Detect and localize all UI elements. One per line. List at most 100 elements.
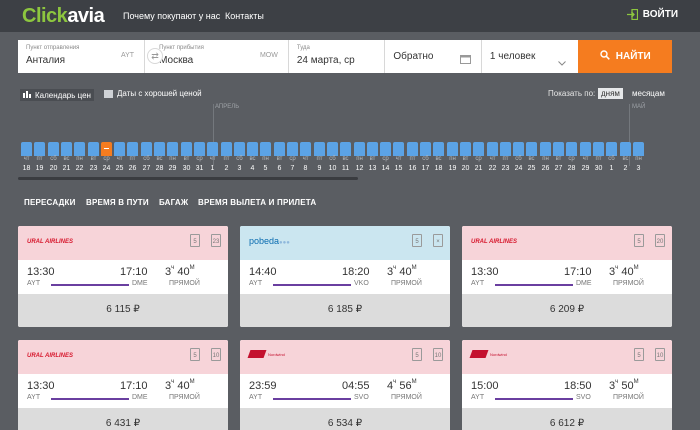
calendar-bar[interactable]	[633, 142, 644, 156]
calendar-bar[interactable]	[314, 142, 325, 156]
calendar-bar[interactable]	[447, 142, 458, 156]
calendar-day-number[interactable]: 2	[221, 165, 232, 172]
show-by-day-button[interactable]: дням	[598, 88, 623, 99]
login-button[interactable]: ВОЙТИ	[626, 9, 678, 20]
flight-card[interactable]: URAL AIRLINES 5 20 13:30 17:10 AYT DME 3ч 40М ПР…	[462, 226, 672, 327]
calendar-bar[interactable]	[540, 142, 551, 156]
calendar-day-number[interactable]: 6	[274, 165, 285, 172]
good-price-dates-toggle[interactable]: Даты с хорошей ценой	[104, 89, 202, 98]
calendar-day-number[interactable]: 21	[473, 165, 484, 172]
flight-card[interactable]: Nordwind 5 10 23:59 04:55 AYT SVO 4ч 56М ПРЯМОЙ 6…	[240, 340, 450, 430]
calendar-day-number[interactable]: 7	[287, 165, 298, 172]
calendar-bar[interactable]	[460, 142, 471, 156]
to-field[interactable]: Пункт прибытия Москва MOW	[145, 40, 289, 73]
calendar-day-number[interactable]: 3	[633, 165, 644, 172]
swap-icon[interactable]: ⇄	[147, 48, 163, 64]
calendar-day-number[interactable]: 8	[300, 165, 311, 172]
calendar-day-number[interactable]: 10	[327, 165, 338, 172]
calendar-day-number[interactable]: 9	[314, 165, 325, 172]
calendar-day-number[interactable]: 19	[447, 165, 458, 172]
calendar-day-number[interactable]: 21	[61, 165, 72, 172]
calendar-day-number[interactable]: 24	[101, 165, 112, 172]
calendar-bar[interactable]	[380, 142, 391, 156]
price-button[interactable]: 6 431 ₽	[18, 408, 228, 430]
calendar-day-number[interactable]: 3	[234, 165, 245, 172]
calendar-day-number[interactable]: 24	[513, 165, 524, 172]
calendar-day-number[interactable]: 26	[540, 165, 551, 172]
calendar-day-number[interactable]: 27	[553, 165, 564, 172]
calendar-day-number[interactable]: 26	[127, 165, 138, 172]
passengers-select[interactable]: 1 человек	[481, 40, 579, 73]
calendar-bar[interactable]	[300, 142, 311, 156]
calendar-day-number[interactable]: 1	[606, 165, 617, 172]
calendar-day-number[interactable]: 4	[247, 165, 258, 172]
flight-card[interactable]: URAL AIRLINES 5 23 13:30 17:10 AYT DME 3ч 40М ПР…	[18, 226, 228, 327]
calendar-bar[interactable]	[260, 142, 271, 156]
show-by-month-button[interactable]: месяцам	[632, 89, 665, 98]
nav-why-buy[interactable]: Почему покупают у нас	[123, 11, 220, 21]
calendar-bar[interactable]	[553, 142, 564, 156]
calendar-bar-selected[interactable]	[101, 142, 112, 156]
calendar-day-number[interactable]: 22	[487, 165, 498, 172]
return-date-field[interactable]: Обратно	[385, 40, 482, 73]
find-button[interactable]: НАЙТИ	[578, 40, 672, 73]
calendar-bar[interactable]	[181, 142, 192, 156]
calendar-day-number[interactable]: 16	[407, 165, 418, 172]
calendar-bar[interactable]	[367, 142, 378, 156]
calendar-day-number[interactable]: 23	[500, 165, 511, 172]
calendar-bar[interactable]	[593, 142, 604, 156]
flight-card[interactable]: pobeda●●● 5 × 14:40 18:20 AYT VKO 3ч 40М ПРЯМОЙ 6…	[240, 226, 450, 327]
price-button[interactable]: 6 115 ₽	[18, 294, 228, 327]
calendar-bar[interactable]	[221, 142, 232, 156]
calendar-bar[interactable]	[74, 142, 85, 156]
calendar-bar[interactable]	[141, 142, 152, 156]
calendar-bar[interactable]	[167, 142, 178, 156]
calendar-bar[interactable]	[580, 142, 591, 156]
calendar-day-number[interactable]: 29	[167, 165, 178, 172]
sort-tab-baggage[interactable]: БАГАЖ	[159, 198, 188, 207]
calendar-bar[interactable]	[340, 142, 351, 156]
calendar-bar[interactable]	[606, 142, 617, 156]
calendar-day-number[interactable]: 22	[74, 165, 85, 172]
calendar-bar[interactable]	[420, 142, 431, 156]
price-button[interactable]: 6 612 ₽	[462, 408, 672, 430]
nav-contacts[interactable]: Контакты	[225, 11, 264, 21]
price-calendar-toggle[interactable]: Календарь цен	[20, 89, 94, 101]
calendar-day-number[interactable]: 20	[48, 165, 59, 172]
calendar-day-number[interactable]: 13	[367, 165, 378, 172]
calendar-day-number[interactable]: 18	[21, 165, 32, 172]
calendar-day-number[interactable]: 5	[260, 165, 271, 172]
calendar-bar[interactable]	[473, 142, 484, 156]
calendar-day-number[interactable]: 28	[154, 165, 165, 172]
calendar-bar[interactable]	[88, 142, 99, 156]
calendar-bar[interactable]	[21, 142, 32, 156]
calendar-day-number[interactable]: 20	[460, 165, 471, 172]
calendar-bar[interactable]	[433, 142, 444, 156]
calendar-scrollbar[interactable]	[18, 177, 358, 180]
flight-card[interactable]: Nordwind 5 10 15:00 18:50 AYT SVO 3ч 50М ПРЯМОЙ 6…	[462, 340, 672, 430]
calendar-bar[interactable]	[500, 142, 511, 156]
calendar-bar[interactable]	[114, 142, 125, 156]
calendar-bar[interactable]	[274, 142, 285, 156]
calendar-day-number[interactable]: 15	[393, 165, 404, 172]
calendar-day-number[interactable]: 12	[354, 165, 365, 172]
calendar-day-number[interactable]: 23	[88, 165, 99, 172]
price-button[interactable]: 6 185 ₽	[240, 294, 450, 327]
calendar-bar[interactable]	[247, 142, 258, 156]
calendar-bar[interactable]	[34, 142, 45, 156]
calendar-bar[interactable]	[194, 142, 205, 156]
calendar-bar[interactable]	[354, 142, 365, 156]
calendar-bar[interactable]	[407, 142, 418, 156]
from-field[interactable]: Пункт отправления Анталия AYT	[18, 40, 146, 73]
sort-tab-transfers[interactable]: ПЕРЕСАДКИ	[24, 198, 76, 207]
calendar-day-number[interactable]: 27	[141, 165, 152, 172]
calendar-bar[interactable]	[207, 142, 218, 156]
sort-tab-departure-arrival-time[interactable]: ВРЕМЯ ВЫЛЕТА И ПРИЛЕТА	[198, 198, 316, 207]
calendar-bar[interactable]	[620, 142, 631, 156]
calendar-day-number[interactable]: 28	[566, 165, 577, 172]
calendar-bar[interactable]	[154, 142, 165, 156]
flight-card[interactable]: URAL AIRLINES 5 10 13:30 17:10 AYT DME 3ч 40М ПР…	[18, 340, 228, 430]
calendar-day-number[interactable]: 29	[580, 165, 591, 172]
calendar-day-number[interactable]: 1	[207, 165, 218, 172]
calendar-day-number[interactable]: 2	[620, 165, 631, 172]
